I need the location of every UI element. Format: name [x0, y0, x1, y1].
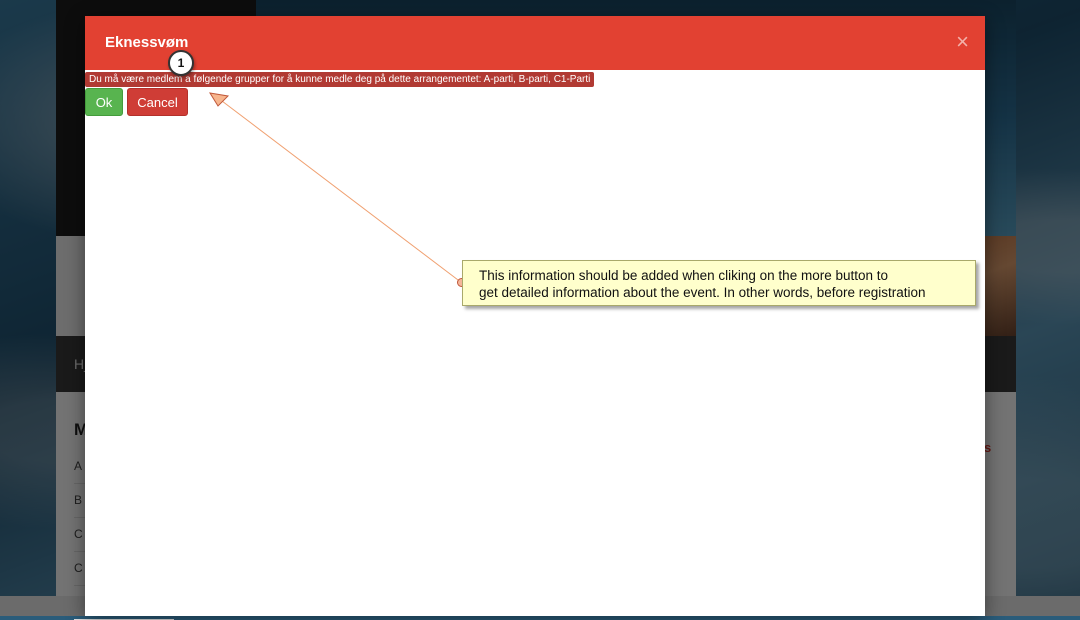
modal-header: Eknessvøm × — [85, 16, 985, 70]
annotation-note[interactable]: This information should be added when cl… — [462, 260, 976, 306]
annotation-note-line: This information should be added when cl… — [479, 268, 889, 283]
ok-button[interactable]: Ok — [85, 88, 123, 116]
cancel-button[interactable]: Cancel — [127, 88, 188, 116]
membership-error-message: Du må være medlem a følgende grupper for… — [85, 72, 595, 87]
event-modal: Eknessvøm × Du må være medlem a følgende… — [85, 16, 985, 616]
modal-title: Eknessvøm — [105, 34, 189, 51]
annotation-note-line: get detailed information about the event… — [479, 285, 926, 300]
close-icon[interactable]: × — [956, 31, 969, 53]
annotation-marker[interactable]: 1 — [168, 50, 194, 76]
